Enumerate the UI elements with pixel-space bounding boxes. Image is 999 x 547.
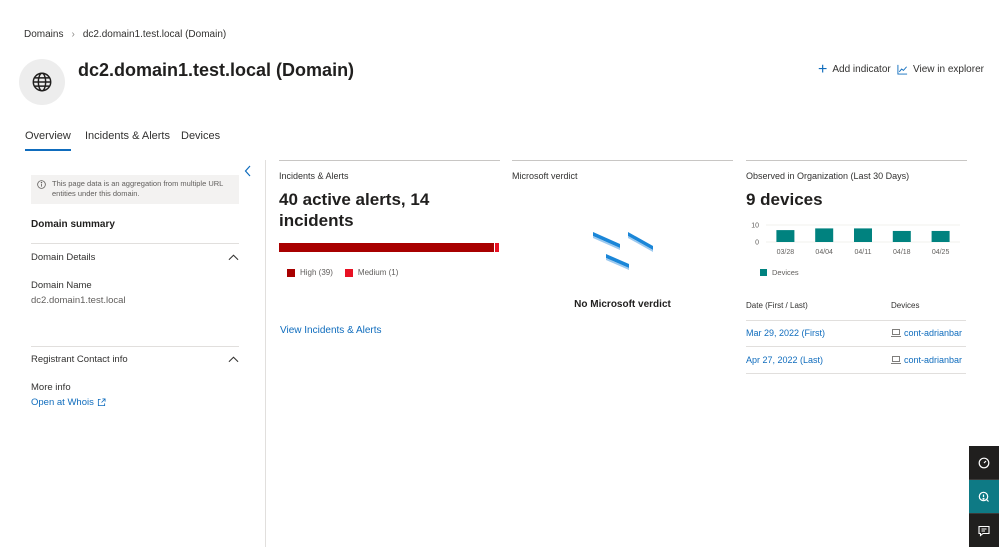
card-top-border	[279, 160, 500, 161]
legend-high: High (39)	[287, 268, 333, 277]
plus-icon: +	[818, 60, 828, 78]
line-chart-icon	[897, 64, 908, 75]
alerts-headline: 40 active alerts, 14 incidents	[279, 190, 430, 230]
panel-divider	[265, 160, 266, 547]
devices-count-headline: 9 devices	[746, 190, 823, 209]
table-divider	[746, 373, 966, 374]
chevron-left-icon[interactable]	[243, 164, 253, 178]
first-seen-date-link[interactable]: Mar 29, 2022 (First)	[746, 328, 825, 338]
devices-legend: Devices	[760, 268, 799, 277]
last-seen-date-link[interactable]: Apr 27, 2022 (Last)	[746, 355, 823, 365]
last-seen-device-link[interactable]: cont-adrianbar	[891, 355, 963, 365]
severity-bar-medium	[493, 243, 499, 252]
domain-name-value: dc2.domain1.test.local	[31, 295, 126, 306]
laptop-icon	[891, 329, 901, 337]
devices-bar	[854, 228, 872, 242]
view-in-explorer-button[interactable]: View in explorer	[897, 64, 984, 75]
globe-icon	[32, 72, 52, 92]
breadcrumb-domains[interactable]: Domains	[24, 29, 63, 40]
add-indicator-button[interactable]: + Add indicator	[818, 60, 891, 78]
divider	[31, 346, 239, 347]
chat-icon	[978, 525, 990, 537]
external-link-icon	[97, 398, 106, 407]
divider	[31, 243, 239, 244]
tab-incidents-alerts[interactable]: Incidents & Alerts	[85, 130, 170, 149]
laptop-icon	[891, 356, 901, 364]
registrant-contact-header[interactable]: Registrant Contact info	[31, 354, 239, 365]
view-incidents-alerts-link[interactable]: View Incidents & Alerts	[280, 325, 382, 336]
card-top-border	[512, 160, 733, 161]
x-tick-label: 04/04	[815, 249, 833, 256]
first-seen-device-link[interactable]: cont-adrianbar	[891, 328, 963, 338]
y-tick-label: 10	[751, 223, 759, 230]
table-divider	[746, 320, 966, 321]
severity-bar	[279, 243, 499, 252]
devices-bar	[931, 230, 950, 242]
x-tick-label: 04/18	[893, 249, 911, 256]
avatar	[19, 59, 65, 105]
verdict-card-title: Microsoft verdict	[512, 171, 578, 181]
devices-bar	[892, 230, 911, 242]
column-header-devices: Devices	[891, 301, 920, 310]
info-icon	[37, 180, 46, 189]
page-title: dc2.domain1.test.local (Domain)	[78, 60, 355, 80]
severity-bar-high	[279, 243, 494, 252]
help-icon	[978, 491, 989, 502]
incidents-card-title: Incidents & Alerts	[279, 171, 349, 181]
tab-devices[interactable]: Devices	[181, 130, 220, 149]
card-top-border	[746, 160, 967, 161]
table-divider	[746, 346, 966, 347]
column-header-date: Date (First / Last)	[746, 301, 808, 310]
x-tick-label: 03/28	[777, 249, 795, 256]
breadcrumb-current: dc2.domain1.test.local (Domain)	[82, 29, 227, 40]
domain-details-header[interactable]: Domain Details	[31, 252, 239, 263]
chevron-up-icon	[228, 356, 239, 363]
help-button[interactable]	[969, 480, 999, 514]
domain-summary-title: Domain summary	[31, 219, 115, 230]
legend-swatch-high	[287, 268, 295, 277]
legend-medium: Medium (1)	[344, 268, 398, 277]
no-verdict-illustration-icon	[593, 232, 653, 270]
devices-bar	[776, 230, 795, 242]
more-info-label: More info	[31, 382, 71, 393]
observed-card-title: Observed in Organization (Last 30 Days)	[746, 171, 910, 181]
feedback-button[interactable]	[969, 446, 999, 480]
chat-button[interactable]	[969, 514, 999, 547]
breadcrumb: Domains › dc2.domain1.test.local (Domain…	[24, 29, 226, 40]
x-tick-label: 04/11	[855, 249, 872, 256]
legend-swatch-medium	[344, 268, 353, 277]
severity-legend: High (39) Medium (1)	[287, 268, 398, 277]
aggregation-notice: This page data is an aggregation from mu…	[31, 175, 239, 204]
x-tick-label: 04/25	[932, 249, 950, 256]
open-whois-link[interactable]: Open at Whois	[31, 397, 106, 408]
domain-name-label: Domain Name	[31, 280, 92, 291]
side-rail	[969, 446, 999, 547]
devices-bar	[815, 228, 834, 242]
chevron-right-icon: ›	[71, 29, 75, 40]
tab-overview[interactable]: Overview	[25, 130, 71, 151]
legend-swatch-devices	[760, 269, 767, 276]
devices-bar-chart: 0 10 03/28 04/04 04/11 04/18 04/25	[751, 223, 960, 256]
no-verdict-text: No Microsoft verdict	[574, 299, 671, 310]
chevron-up-icon	[228, 254, 239, 261]
y-tick-label: 0	[755, 240, 759, 247]
feedback-icon	[978, 457, 990, 468]
